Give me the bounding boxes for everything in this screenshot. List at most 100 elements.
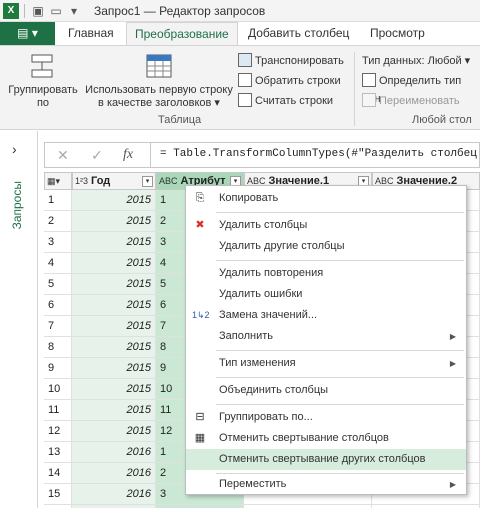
year-cell[interactable]: 2015: [72, 379, 156, 400]
menu-separator: [216, 350, 464, 351]
group-by-label: Группировать по: [8, 84, 78, 109]
menu-copy-label: Копировать: [219, 192, 279, 204]
menu-copy[interactable]: ⎘ Копировать: [186, 188, 466, 209]
expand-pane-icon[interactable]: ›: [12, 141, 17, 157]
fill-submenu-icon: ▶: [449, 332, 456, 341]
any-column-group-label: Любой стол: [412, 114, 472, 126]
menu-remove-other-columns-label: Удалить другие столбцы: [219, 240, 345, 252]
count-rows-button[interactable]: Считать строки: [238, 92, 333, 110]
tab-transform[interactable]: Преобразование: [126, 22, 238, 45]
tab-view[interactable]: Просмотр: [362, 22, 433, 45]
row-number-cell[interactable]: 13: [44, 442, 72, 463]
year-cell[interactable]: 2015: [72, 253, 156, 274]
year-cell[interactable]: 2015: [72, 232, 156, 253]
rename-button[interactable]: Переименовать: [362, 92, 460, 110]
row-number-cell[interactable]: 15: [44, 484, 72, 505]
count-rows-label: Считать строки: [255, 95, 334, 107]
menu-remove-columns-label: Удалить столбцы: [219, 219, 308, 231]
queries-pane: › Запросы: [0, 131, 38, 508]
menu-remove-errors[interactable]: Удалить ошибки: [186, 284, 466, 305]
attribute-type-icon[interactable]: ABC: [159, 176, 178, 186]
menu-fill-label: Заполнить: [219, 330, 274, 342]
menu-replace-values-label: Замена значений...: [219, 309, 318, 321]
menu-change-type[interactable]: Тип изменения ▶: [186, 353, 466, 374]
menu-move[interactable]: Переместить ▶: [186, 474, 466, 495]
row-number-cell[interactable]: 2: [44, 211, 72, 232]
group-by-icon: [31, 54, 53, 78]
window-title: Запрос1 — Редактор запросов: [94, 4, 266, 18]
tab-file[interactable]: ▤ ▾: [0, 22, 55, 45]
row-number-cell[interactable]: 5: [44, 274, 72, 295]
year-cell[interactable]: 2015: [72, 274, 156, 295]
ribbon: Группировать по Использовать первую стро…: [0, 45, 480, 130]
year-cell[interactable]: 2016: [72, 463, 156, 484]
detect-type-icon: [362, 73, 376, 87]
table-menu-header[interactable]: ▦▾: [44, 172, 72, 190]
row-number-cell[interactable]: 4: [44, 253, 72, 274]
row-number-cell[interactable]: 14: [44, 463, 72, 484]
year-cell[interactable]: 2015: [72, 337, 156, 358]
quick-access-icon[interactable]: ▭: [48, 3, 64, 19]
row-number-cell[interactable]: 7: [44, 316, 72, 337]
cancel-formula-icon[interactable]: ✕: [57, 147, 69, 164]
group-by-menu-icon: ⊟: [195, 411, 205, 423]
year-cell[interactable]: 2015: [72, 190, 156, 211]
row-number-cell[interactable]: 1: [44, 190, 72, 211]
data-type-label: Тип данных: Любой ▾: [362, 55, 471, 67]
menu-remove-duplicates[interactable]: Удалить повторения: [186, 263, 466, 284]
year-cell[interactable]: 2015: [72, 295, 156, 316]
menu-unpivot-other-columns[interactable]: Отменить свертывание других столбцов: [186, 449, 466, 470]
menu-remove-other-columns[interactable]: Удалить другие столбцы: [186, 236, 466, 257]
transpose-button[interactable]: Транспонировать: [238, 52, 344, 70]
detect-type-button[interactable]: Определить тип дан: [362, 72, 480, 105]
use-first-row-button[interactable]: Использовать первую строку в качестве за…: [84, 52, 234, 110]
reverse-rows-icon: [238, 73, 252, 87]
use-first-row-label: Использовать первую строку в качестве за…: [85, 84, 233, 109]
group-by-button[interactable]: Группировать по: [4, 52, 82, 110]
reverse-rows-label: Обратить строки: [255, 75, 341, 87]
reverse-rows-button[interactable]: Обратить строки: [238, 72, 341, 90]
save-icon[interactable]: ▣: [30, 3, 46, 19]
year-filter-icon[interactable]: ▾: [142, 176, 153, 187]
rename-label: Переименовать: [379, 95, 460, 107]
menu-move-label: Переместить: [219, 478, 287, 490]
row-number-cell[interactable]: 8: [44, 337, 72, 358]
menu-change-type-label: Тип изменения: [219, 357, 296, 369]
menu-fill[interactable]: Заполнить ▶: [186, 326, 466, 347]
row-number-cell[interactable]: 10: [44, 379, 72, 400]
year-cell[interactable]: 2015: [72, 211, 156, 232]
fx-icon[interactable]: fx: [123, 147, 133, 163]
tab-add-column[interactable]: Добавить столбец: [240, 22, 357, 45]
row-number-cell[interactable]: 6: [44, 295, 72, 316]
title-bar: X ▣ ▭ ▾ Запрос1 — Редактор запросов: [0, 0, 480, 22]
row-number-cell[interactable]: 12: [44, 421, 72, 442]
formula-input[interactable]: = Table.TransformColumnTypes(#"Разделить…: [160, 148, 480, 160]
formula-bar: ✕ ✓ fx = Table.TransformColumnTypes(#"Ра…: [44, 142, 480, 168]
menu-group-by[interactable]: ⊟ Группировать по...: [186, 407, 466, 428]
menu-merge-columns[interactable]: Объединить столбцы: [186, 380, 466, 401]
year-cell[interactable]: 2016: [72, 484, 156, 505]
excel-icon[interactable]: X: [3, 3, 19, 19]
table-menu-icon: ▦▾: [47, 176, 61, 186]
column-header-year[interactable]: 1²3 Год ▾: [72, 172, 156, 190]
menu-unpivot-columns[interactable]: ▦ Отменить свертывание столбцов: [186, 428, 466, 449]
year-cell[interactable]: 2015: [72, 316, 156, 337]
year-header-label: Год: [91, 175, 111, 187]
tab-home[interactable]: Главная: [60, 22, 122, 45]
move-submenu-icon: ▶: [449, 480, 456, 489]
menu-separator: [216, 404, 464, 405]
confirm-formula-icon[interactable]: ✓: [91, 147, 103, 164]
row-number-cell[interactable]: 3: [44, 232, 72, 253]
rename-icon: [362, 93, 376, 107]
customize-toolbar-icon[interactable]: ▾: [66, 3, 82, 19]
year-type-icon[interactable]: 1²3: [75, 176, 88, 186]
year-cell[interactable]: 2016: [72, 442, 156, 463]
menu-replace-values[interactable]: 1↳2 Замена значений...: [186, 305, 466, 326]
data-type-dropdown[interactable]: Тип данных: Любой ▾: [362, 52, 470, 70]
menu-remove-columns[interactable]: ✖ Удалить столбцы: [186, 215, 466, 236]
year-cell[interactable]: 2015: [72, 358, 156, 379]
year-cell[interactable]: 2015: [72, 400, 156, 421]
row-number-cell[interactable]: 9: [44, 358, 72, 379]
year-cell[interactable]: 2015: [72, 421, 156, 442]
row-number-cell[interactable]: 11: [44, 400, 72, 421]
